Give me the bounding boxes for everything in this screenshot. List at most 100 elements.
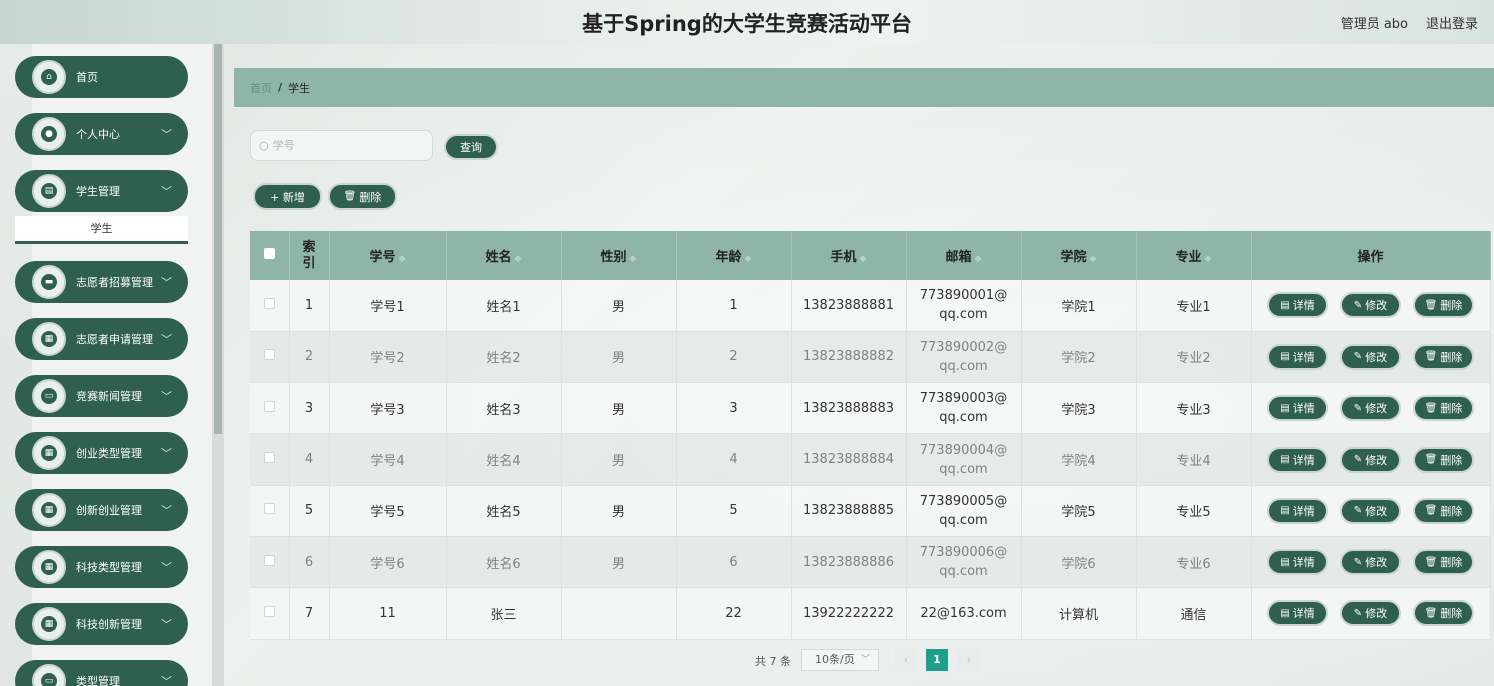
select-all-cell[interactable]	[250, 231, 290, 280]
document-icon: ▤	[1280, 454, 1290, 466]
sidebar-scroll-thumb[interactable]	[214, 44, 222, 434]
detail-button[interactable]: ▤ 详情	[1267, 395, 1328, 422]
detail-button[interactable]: ▤ 详情	[1267, 600, 1328, 627]
document-icon: ▤	[1280, 556, 1290, 568]
edit-button[interactable]: ✎ 修改	[1340, 395, 1401, 422]
sidebar-item[interactable]: ▭ 竞赛新闻管理 ﹀	[15, 375, 188, 417]
edit-button[interactable]: ✎ 修改	[1340, 549, 1401, 576]
breadcrumb-home[interactable]: 首页	[250, 80, 272, 96]
col-email[interactable]: 邮箱 ◆	[906, 231, 1022, 280]
sidebar-item[interactable]: ▦ 创业类型管理 ﹀	[15, 432, 188, 474]
delete-row-button[interactable]: 🗑 删除	[1413, 600, 1474, 627]
delete-row-button[interactable]: 🗑 删除	[1413, 446, 1474, 473]
pencil-icon: ✎	[1353, 607, 1363, 619]
sidebar-item[interactable]: ● 个人中心 ﹀	[15, 113, 188, 155]
col-age[interactable]: 年龄 ◆	[676, 231, 792, 280]
delete-label: 删除	[1440, 556, 1463, 570]
row-checkbox[interactable]	[263, 605, 275, 617]
detail-button[interactable]: ▤ 详情	[1267, 343, 1328, 370]
row-checkbox[interactable]	[263, 554, 275, 566]
delete-row-button[interactable]: 🗑 删除	[1413, 549, 1474, 576]
search-input[interactable]	[272, 139, 423, 152]
select-all-checkbox[interactable]	[263, 248, 275, 259]
detail-button[interactable]: ▤ 详情	[1267, 292, 1328, 319]
sidebar-subitem-student[interactable]: 学生	[15, 216, 188, 244]
delete-row-button[interactable]: 🗑 删除	[1413, 343, 1474, 370]
edit-button[interactable]: ✎ 修改	[1340, 343, 1401, 370]
row-select-cell[interactable]	[250, 485, 290, 537]
cell-gender: 男	[561, 433, 677, 486]
trash-icon: 🗑	[1424, 607, 1438, 619]
row-select-cell[interactable]	[250, 536, 290, 589]
sidebar-item[interactable]: ▦ 科技类型管理 ﹀	[15, 546, 188, 588]
col-phone[interactable]: 手机 ◆	[791, 231, 907, 280]
col-student-no[interactable]: 学号 ◆	[329, 231, 447, 280]
sort-icon[interactable]: ◆	[975, 254, 982, 264]
row-select-cell[interactable]	[250, 331, 290, 384]
row-select-cell[interactable]	[250, 433, 290, 486]
edit-button[interactable]: ✎ 修改	[1340, 446, 1401, 473]
page-size-select[interactable]: 10条/页 ﹀	[801, 649, 879, 671]
sort-icon[interactable]: ◆	[630, 254, 637, 264]
sort-icon[interactable]: ◆	[745, 254, 752, 264]
chevron-down-icon: ﹀	[161, 276, 172, 289]
sort-icon[interactable]: ◆	[515, 254, 522, 264]
query-button[interactable]: 查询	[444, 134, 498, 160]
cell-college: 学院5	[1021, 485, 1137, 537]
prev-page-button[interactable]: ‹	[895, 649, 917, 671]
detail-button[interactable]: ▤ 详情	[1267, 446, 1328, 473]
row-checkbox[interactable]	[263, 400, 275, 412]
page-number-1[interactable]: 1	[926, 649, 948, 671]
add-button[interactable]: + 新增	[253, 183, 322, 210]
sort-icon[interactable]: ◆	[1205, 254, 1212, 264]
row-select-cell[interactable]	[250, 382, 290, 435]
delete-row-button[interactable]: 🗑 删除	[1413, 395, 1474, 422]
edit-button[interactable]: ✎ 修改	[1340, 497, 1401, 524]
cell-major: 专业3	[1136, 382, 1252, 435]
pencil-icon: ✎	[1353, 556, 1363, 568]
sidebar-item[interactable]: ▬ 志愿者招募管理 ﹀	[15, 261, 188, 303]
message-icon: ▬	[41, 274, 57, 290]
col-major[interactable]: 专业 ◆	[1136, 231, 1252, 280]
chevron-down-icon: ﹀	[161, 390, 172, 403]
cell-student-no: 学号4	[329, 433, 447, 486]
col-college[interactable]: 学院 ◆	[1021, 231, 1137, 280]
search-field[interactable]: ○	[250, 130, 433, 161]
sidebar-item[interactable]: ▦ 创新创业管理 ﹀	[15, 489, 188, 531]
cell-phone: 13922222222	[791, 587, 907, 640]
pencil-icon: ✎	[1353, 454, 1363, 466]
col-name[interactable]: 姓名 ◆	[446, 231, 562, 280]
next-page-button[interactable]: ›	[958, 649, 980, 671]
edit-button[interactable]: ✎ 修改	[1340, 600, 1401, 627]
cell-major: 通信	[1136, 587, 1252, 640]
row-select-cell[interactable]	[250, 280, 290, 332]
cell-college: 学院1	[1021, 280, 1137, 332]
row-checkbox[interactable]	[263, 349, 275, 361]
cell-major: 专业2	[1136, 331, 1252, 384]
delete-row-button[interactable]: 🗑 删除	[1413, 497, 1474, 524]
delete-row-button[interactable]: 🗑 删除	[1413, 292, 1474, 319]
sort-icon[interactable]: ◆	[399, 254, 406, 264]
row-checkbox[interactable]	[263, 503, 275, 515]
detail-button[interactable]: ▤ 详情	[1267, 497, 1328, 524]
sidebar-item[interactable]: ▦ 志愿者申请管理 ﹀	[15, 318, 188, 360]
row-checkbox[interactable]	[263, 297, 275, 309]
sort-icon[interactable]: ◆	[1090, 254, 1097, 264]
sort-icon[interactable]: ◆	[860, 254, 867, 264]
logout-link[interactable]: 退出登录	[1426, 13, 1478, 32]
sidebar-item[interactable]: ▦ 科技创新管理 ﹀	[15, 603, 188, 645]
edit-button[interactable]: ✎ 修改	[1340, 292, 1401, 319]
detail-button[interactable]: ▤ 详情	[1267, 549, 1328, 576]
chevron-down-icon: ﹀	[161, 185, 172, 198]
sidebar-item[interactable]: ⌂ 首页	[15, 56, 188, 98]
row-select-cell[interactable]	[250, 587, 290, 640]
cell-college: 学院4	[1021, 433, 1137, 486]
chevron-down-icon: ﹀	[161, 561, 172, 574]
sidebar-item[interactable]: ▤ 学生管理 ﹀	[15, 170, 188, 212]
col-gender[interactable]: 性别 ◆	[561, 231, 677, 280]
row-checkbox[interactable]	[263, 452, 275, 464]
detail-label: 详情	[1292, 607, 1315, 621]
delete-selected-button[interactable]: 🗑 删除	[328, 183, 397, 210]
table-row: 6 学号6 姓名6 男 6 13823888886 773890006@qq.com 学院6 专…	[250, 536, 1491, 589]
cell-name: 姓名6	[446, 536, 562, 589]
